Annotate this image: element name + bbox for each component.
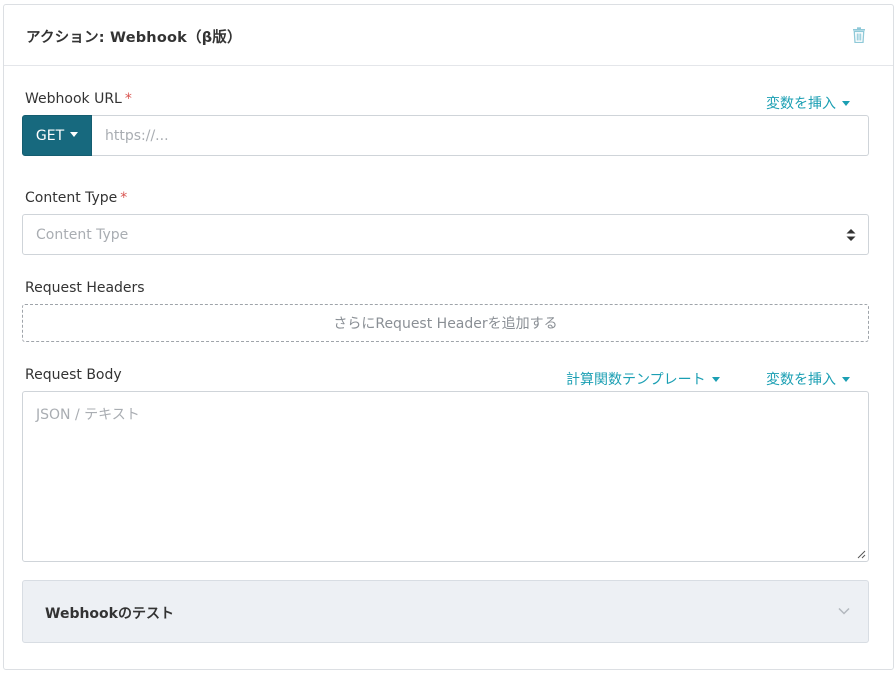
insert-variable-url-label: 変数を挿入	[766, 96, 836, 112]
http-method-dropdown[interactable]: GET	[22, 115, 92, 156]
request-body-placeholder: JSON / テキスト	[36, 407, 140, 423]
caret-down-icon	[842, 100, 850, 106]
required-mark: *	[120, 190, 128, 206]
insert-variable-body-link[interactable]: 変数を挿入	[766, 369, 850, 389]
request-headers-label: Request Headers	[25, 280, 145, 296]
formula-template-link[interactable]: 計算関数テンプレート	[566, 369, 720, 389]
webhook-test-accordion[interactable]: Webhookのテスト	[22, 580, 869, 643]
resize-handle-icon[interactable]	[856, 549, 866, 559]
panel-title: アクション: Webhook（β版）	[26, 30, 242, 46]
trash-icon[interactable]	[852, 27, 866, 43]
sort-updown-icon	[846, 229, 856, 241]
webhook-url-label-text: Webhook URL	[25, 91, 122, 107]
request-body-label: Request Body	[25, 367, 122, 383]
content-type-label: Content Type *	[25, 190, 127, 206]
caret-down-icon	[70, 132, 79, 137]
webhook-url-group: GET	[22, 115, 869, 156]
caret-down-icon	[711, 376, 720, 382]
request-body-textarea[interactable]: JSON / テキスト	[22, 391, 869, 562]
webhook-url-input[interactable]	[92, 115, 869, 156]
content-type-select[interactable]: Content Type	[22, 214, 869, 255]
webhook-test-title: Webhookのテスト	[45, 606, 174, 622]
insert-variable-body-label: 変数を挿入	[766, 372, 836, 388]
content-type-placeholder: Content Type	[36, 227, 129, 243]
panel-header: アクション: Webhook（β版）	[4, 5, 893, 66]
formula-template-label: 計算関数テンプレート	[566, 372, 706, 388]
insert-variable-url-link[interactable]: 変数を挿入	[766, 93, 850, 113]
caret-down-icon	[842, 376, 850, 382]
add-request-header-button[interactable]: さらにRequest Headerを追加する	[22, 304, 869, 342]
webhook-url-label: Webhook URL *	[25, 91, 132, 107]
chevron-down-icon	[838, 607, 850, 615]
http-method-label: GET	[35, 127, 65, 144]
required-mark: *	[124, 91, 132, 107]
content-type-label-text: Content Type	[25, 190, 118, 206]
